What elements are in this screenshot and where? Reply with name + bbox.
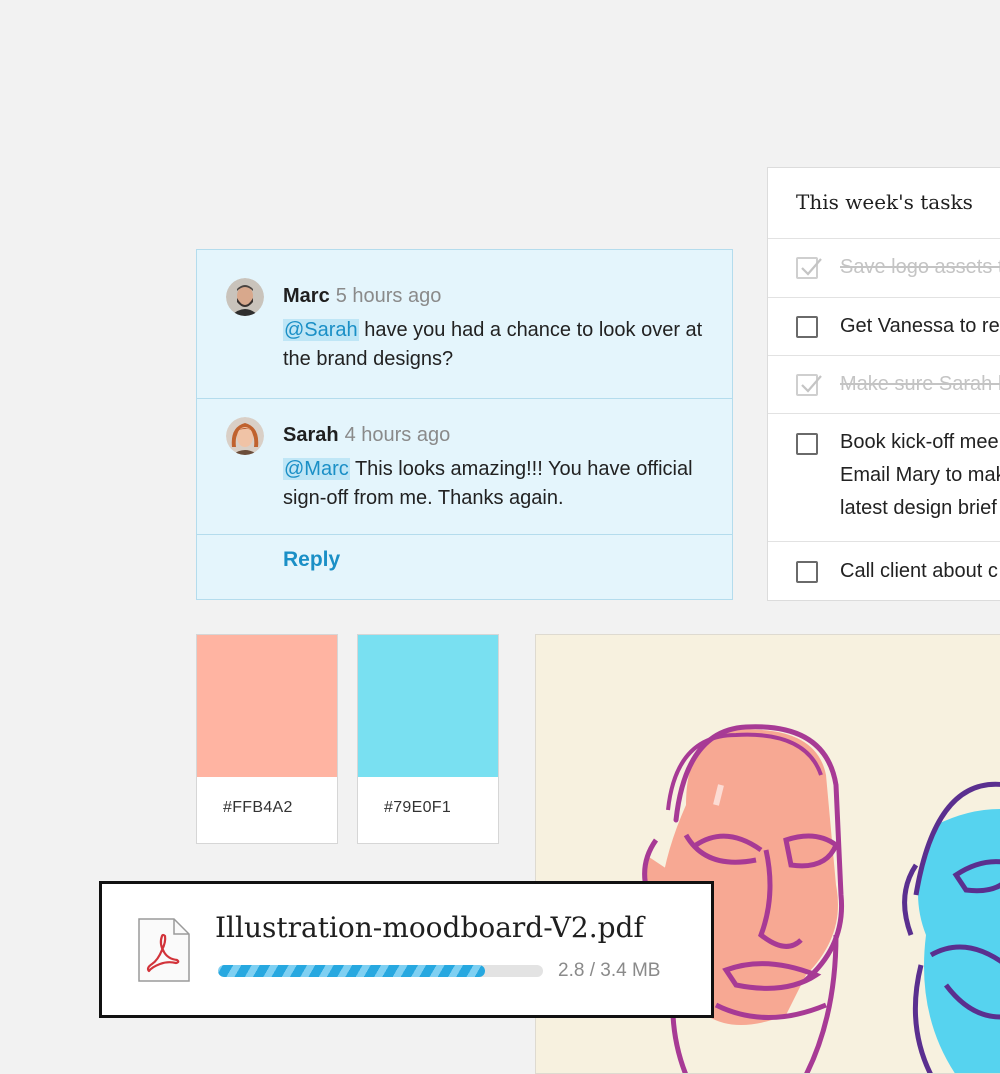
comment-item: Sarah 4 hours ago @Marc This looks amazin…	[197, 399, 732, 535]
file-size: 2.8 / 3.4 MB	[558, 960, 661, 981]
task-item: Book kick-off mee Email Mary to mak late…	[768, 413, 1000, 541]
mention-link[interactable]: @Sarah	[283, 319, 359, 341]
upload-progress-bar	[218, 965, 543, 977]
task-item: Make sure Sarah h	[768, 355, 1000, 413]
mention-link[interactable]: @Marc	[283, 458, 350, 480]
comment-time: 4 hours ago	[344, 424, 451, 446]
task-item: Save logo assets t	[768, 238, 1000, 297]
swatch-hex: #79E0F1	[384, 799, 452, 816]
avatar[interactable]	[226, 278, 264, 316]
file-name: Illustration-moodboard-V2.pdf	[215, 911, 644, 944]
task-label-line: latest design brief	[840, 497, 997, 519]
task-item: Get Vanessa to rev	[768, 297, 1000, 355]
swatch-chip	[197, 635, 337, 777]
avatar[interactable]	[226, 417, 264, 455]
task-checkbox[interactable]	[796, 561, 818, 583]
comment-author[interactable]: Marc	[283, 285, 330, 307]
pdf-icon	[138, 918, 190, 987]
file-upload-card[interactable]: Illustration-moodboard-V2.pdf 2.8 / 3.4 …	[99, 881, 714, 1018]
comment-meta: Sarah 4 hours ago	[283, 424, 450, 447]
task-checkbox[interactable]	[796, 374, 822, 396]
tasks-title: This week's tasks	[796, 190, 973, 214]
comment-item: Marc 5 hours ago @Sarah have you had a ch…	[197, 250, 732, 399]
comments-panel: Marc 5 hours ago @Sarah have you had a ch…	[196, 249, 733, 600]
task-label: Save logo assets t	[840, 256, 1000, 278]
task-label: Book kick-off mee Email Mary to mak late…	[840, 426, 1000, 525]
comment-time: 5 hours ago	[335, 285, 442, 307]
reply-button[interactable]: Reply	[283, 548, 340, 572]
task-label-line: Email Mary to mak	[840, 464, 1000, 486]
task-label-line: Book kick-off mee	[840, 431, 999, 453]
check-icon	[801, 258, 822, 276]
task-label: Make sure Sarah h	[840, 373, 1000, 395]
comment-meta: Marc 5 hours ago	[283, 285, 441, 308]
task-label: Call client about c	[840, 560, 998, 582]
upload-progress-fill	[218, 965, 485, 977]
color-swatch[interactable]: #79E0F1	[357, 634, 499, 844]
comment-author[interactable]: Sarah	[283, 424, 339, 446]
swatch-chip	[358, 635, 498, 777]
task-checkbox[interactable]	[796, 257, 822, 279]
task-checkbox[interactable]	[796, 316, 818, 338]
task-checkbox[interactable]	[796, 433, 818, 455]
tasks-panel: This week's tasks Save logo assets t Get…	[767, 167, 1000, 601]
task-item: Call client about c	[768, 541, 1000, 600]
swatch-hex: #FFB4A2	[223, 799, 293, 816]
comment-text: @Sarah have you had a chance to look ove…	[283, 316, 713, 374]
color-swatch[interactable]: #FFB4A2	[196, 634, 338, 844]
task-label: Get Vanessa to rev	[840, 315, 1000, 337]
comment-text: @Marc This looks amazing!!! You have off…	[283, 455, 713, 513]
check-icon	[801, 375, 822, 393]
